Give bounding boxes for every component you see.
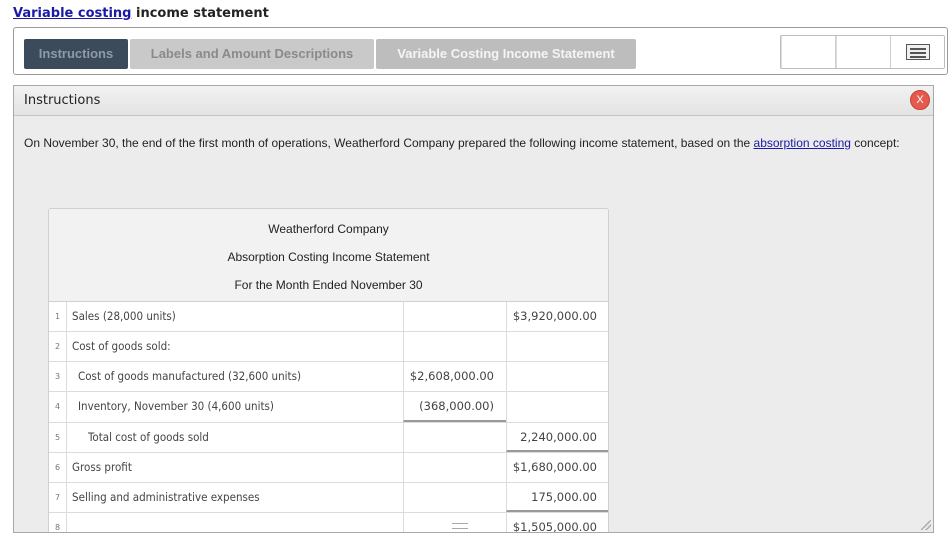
table-row: 3 Cost of goods manufactured (32,600 uni… — [49, 362, 608, 392]
intro-text-after: concept: — [850, 136, 900, 150]
amount-cell-1 — [403, 453, 506, 482]
table-row: 6 Gross profit $1,680,000.00 — [49, 453, 608, 483]
table-row: 8 $1,505,000.00 — [49, 513, 608, 532]
row-number: 6 — [49, 453, 67, 482]
statement-period: For the Month Ended November 30 — [234, 278, 423, 292]
row-label: Sales (28,000 units) — [72, 309, 176, 323]
resize-grip-icon[interactable] — [921, 520, 931, 530]
row-number: 7 — [49, 483, 67, 512]
amount-cell-1 — [403, 483, 506, 512]
company-name: Weatherford Company — [268, 222, 389, 236]
amount-cell-2: $1,505,000.00 — [506, 513, 608, 532]
table-row: 5 Total cost of goods sold 2,240,000.00 — [49, 423, 608, 453]
statement-header: Weatherford Company Absorption Costing I… — [49, 209, 608, 302]
absorption-costing-link[interactable]: absorption costing — [754, 136, 851, 150]
tab-variable-costing-income-statement[interactable]: Variable Costing Income Statement — [376, 39, 636, 69]
toolbar-button-2[interactable] — [836, 36, 891, 68]
table-row: 2 Cost of goods sold: — [49, 332, 608, 362]
panel-title: Instructions — [24, 93, 101, 108]
panel-header: Instructions X — [14, 86, 933, 116]
tab-instructions[interactable]: Instructions — [24, 39, 128, 69]
toolbar-group — [780, 35, 945, 69]
amount-cell-2 — [506, 362, 608, 391]
menu-icon — [906, 44, 930, 60]
row-number: 2 — [49, 332, 67, 361]
amount-cell-1: (368,000.00) — [403, 392, 506, 422]
variable-costing-link[interactable]: Variable costing — [13, 6, 131, 21]
tab-labels-and-amount-descriptions[interactable]: Labels and Amount Descriptions — [130, 39, 374, 69]
income-statement-table: Weatherford Company Absorption Costing I… — [48, 208, 609, 532]
instructions-panel: Instructions X On November 30, the end o… — [13, 85, 934, 533]
amount-cell-1 — [403, 332, 506, 361]
row-label: Cost of goods manufactured (32,600 units… — [78, 369, 302, 383]
table-row: 4 Inventory, November 30 (4,600 units) (… — [49, 392, 608, 423]
row-label: Cost of goods sold: — [72, 339, 171, 353]
close-button[interactable]: X — [910, 90, 930, 110]
table-row: 7 Selling and administrative expenses 17… — [49, 483, 608, 513]
row-label: Gross profit — [72, 460, 132, 474]
amount-cell-2: $1,680,000.00 — [506, 453, 608, 482]
tab-bar: Instructions Labels and Amount Descripti… — [13, 27, 948, 75]
row-label: Total cost of goods sold — [88, 430, 209, 444]
amount-cell-2: 2,240,000.00 — [506, 423, 608, 452]
page-heading: Variable costing income statement — [13, 6, 269, 21]
amount-cell-1 — [403, 423, 506, 452]
resize-handle-icon[interactable] — [452, 523, 468, 529]
amount-cell-1: $2,608,000.00 — [403, 362, 506, 391]
menu-button[interactable] — [891, 36, 944, 68]
statement-title: Absorption Costing Income Statement — [227, 250, 430, 264]
toolbar-button-1[interactable] — [781, 36, 836, 68]
row-number: 4 — [49, 392, 67, 422]
amount-cell-2: 175,000.00 — [506, 483, 608, 512]
row-number: 1 — [49, 302, 67, 331]
row-number: 8 — [49, 513, 67, 532]
amount-cell-2 — [506, 332, 608, 361]
row-number: 5 — [49, 423, 67, 452]
statement-rows: 1 Sales (28,000 units) $3,920,000.00 2 C… — [49, 302, 608, 532]
row-label: Inventory, November 30 (4,600 units) — [78, 399, 274, 413]
row-number: 3 — [49, 362, 67, 391]
amount-cell-1 — [403, 302, 506, 331]
row-label: Selling and administrative expenses — [72, 490, 260, 504]
instructions-text: On November 30, the end of the first mon… — [24, 136, 900, 150]
page-heading-text: income statement — [131, 6, 269, 21]
intro-text-before: On November 30, the end of the first mon… — [24, 136, 754, 150]
amount-cell-2: $3,920,000.00 — [506, 302, 608, 331]
table-row: 1 Sales (28,000 units) $3,920,000.00 — [49, 302, 608, 332]
amount-cell-2 — [506, 392, 608, 422]
